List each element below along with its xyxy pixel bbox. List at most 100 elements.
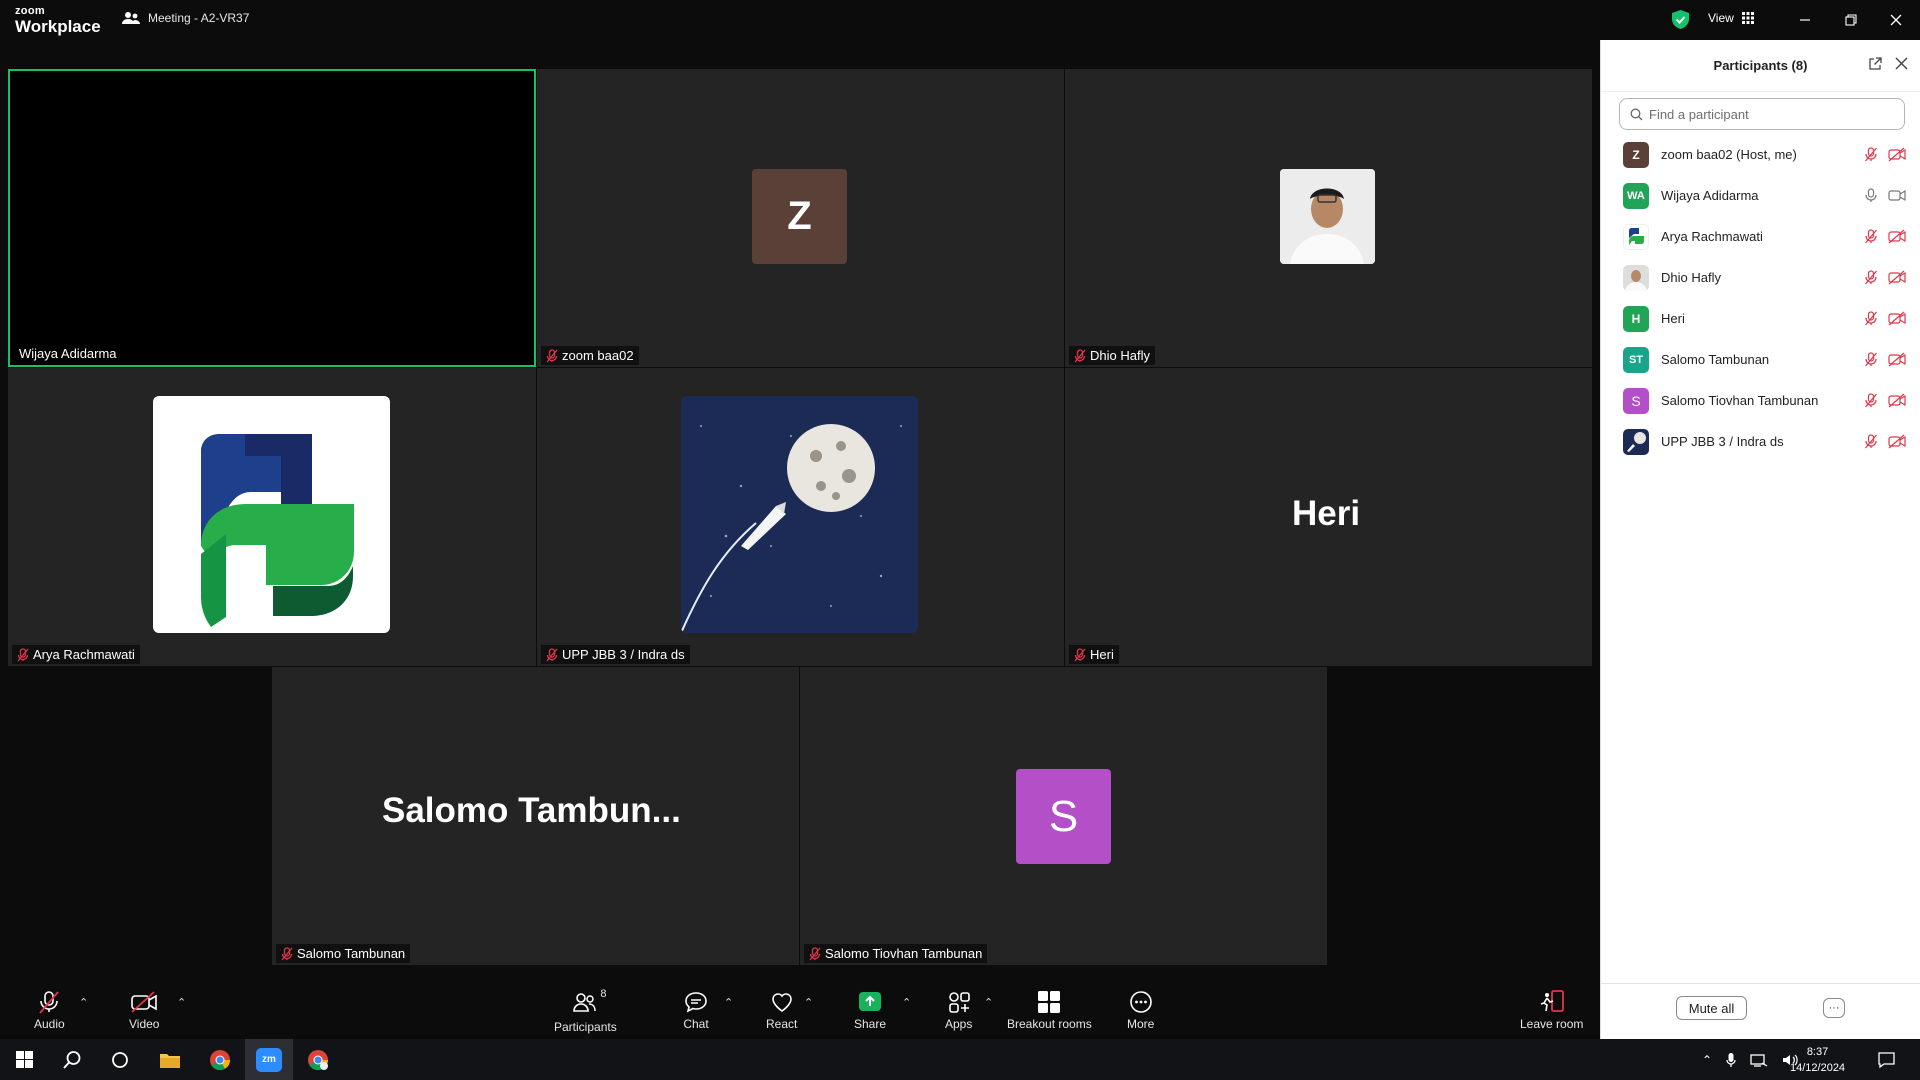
- mic-muted-icon[interactable]: [1864, 270, 1878, 285]
- tile-name: Arya Rachmawati: [33, 647, 135, 662]
- participant-list: Z zoom baa02 (Host, me) WA Wijaya Adidar…: [1601, 134, 1920, 462]
- chrome-profile-taskbar-icon[interactable]: [294, 1039, 342, 1080]
- share-button[interactable]: Share: [854, 990, 886, 1031]
- video-off-icon[interactable]: [1888, 147, 1906, 162]
- video-off-icon[interactable]: [1888, 393, 1906, 408]
- video-off-icon[interactable]: [1888, 434, 1906, 449]
- participant-row[interactable]: Dhio Hafly: [1601, 257, 1920, 298]
- people-icon: [122, 12, 140, 24]
- participant-row[interactable]: Z zoom baa02 (Host, me): [1601, 134, 1920, 175]
- video-icon[interactable]: [1888, 188, 1906, 203]
- video-tile-wijaya[interactable]: Wijaya Adidarma: [8, 69, 536, 367]
- video-tile-arya[interactable]: Arya Rachmawati: [8, 368, 536, 666]
- mic-muted-icon[interactable]: [1864, 147, 1878, 162]
- breakout-rooms-icon: [1038, 991, 1061, 1013]
- network-icon[interactable]: [1750, 1053, 1768, 1067]
- chat-options-caret-icon[interactable]: ⌃: [724, 996, 733, 1009]
- close-panel-icon[interactable]: [1895, 57, 1908, 70]
- share-options-caret-icon[interactable]: ⌃: [902, 996, 911, 1009]
- participant-row[interactable]: WA Wijaya Adidarma: [1601, 175, 1920, 216]
- apps-options-caret-icon[interactable]: ⌃: [984, 996, 993, 1009]
- search-taskbar-button[interactable]: [48, 1039, 96, 1080]
- taskbar-clock[interactable]: 8:37 14/12/2024: [1790, 1044, 1845, 1076]
- video-tile-dhio[interactable]: Dhio Hafly: [1065, 69, 1592, 367]
- profile-photo: [1280, 169, 1375, 264]
- apps-button[interactable]: Apps: [945, 990, 972, 1031]
- video-off-icon[interactable]: [1888, 270, 1906, 285]
- participant-name-tag: Salomo Tiovhan Tambunan: [804, 944, 988, 963]
- display-name-large: Salomo Tambun...: [382, 791, 681, 830]
- mic-muted-icon[interactable]: [1864, 311, 1878, 326]
- title-bar: zoom Workplace Meeting - A2-VR37 View: [0, 0, 1920, 40]
- video-tile-upp-jbb3[interactable]: UPP JBB 3 / Indra ds: [537, 368, 1064, 666]
- video-tile-salomo-tiovhan[interactable]: S Salomo Tiovhan Tambunan: [800, 667, 1327, 965]
- participant-row[interactable]: UPP JBB 3 / Indra ds: [1601, 421, 1920, 462]
- apps-icon: [948, 992, 970, 1013]
- minimize-button[interactable]: [1793, 8, 1817, 32]
- participants-icon: [573, 993, 597, 1012]
- participant-avatar: [1623, 428, 1649, 455]
- react-label: React: [766, 1017, 798, 1031]
- notifications-button[interactable]: [1862, 1039, 1910, 1080]
- mic-muted-icon[interactable]: [1864, 229, 1878, 244]
- participant-name-tag: zoom baa02: [541, 346, 639, 365]
- video-tile-heri[interactable]: Heri Heri: [1065, 368, 1592, 666]
- panel-header: Participants (8): [1601, 40, 1920, 92]
- chat-button[interactable]: Chat: [683, 990, 709, 1031]
- more-icon: [1129, 991, 1152, 1013]
- view-button[interactable]: View: [1708, 11, 1754, 25]
- participant-name-tag: UPP JBB 3 / Indra ds: [541, 645, 690, 664]
- avatar: S: [1016, 769, 1111, 864]
- participant-name: Heri: [1661, 311, 1685, 326]
- video-button[interactable]: Video: [129, 990, 159, 1031]
- react-options-caret-icon[interactable]: ⌃: [804, 996, 813, 1009]
- participant-name: Salomo Tiovhan Tambunan: [1661, 393, 1819, 408]
- participant-search-input[interactable]: Find a participant: [1619, 98, 1905, 130]
- tile-name: zoom baa02: [562, 348, 634, 363]
- participant-avatar: [1623, 223, 1649, 250]
- mic-muted-icon[interactable]: [1864, 352, 1878, 367]
- react-button[interactable]: React: [766, 990, 797, 1031]
- participant-row[interactable]: S Salomo Tiovhan Tambunan: [1601, 380, 1920, 421]
- participant-avatar: S: [1623, 387, 1649, 414]
- show-hidden-icons-chevron-icon[interactable]: ⌃: [1702, 1053, 1712, 1067]
- audio-button[interactable]: Audio: [34, 990, 65, 1031]
- meeting-info[interactable]: Meeting - A2-VR37: [122, 11, 249, 25]
- close-icon: [1890, 14, 1902, 26]
- video-options-caret-icon[interactable]: ⌃: [177, 996, 186, 1009]
- close-window-button[interactable]: [1884, 8, 1908, 32]
- restore-button[interactable]: [1839, 8, 1863, 32]
- start-button[interactable]: [0, 1039, 48, 1080]
- security-shield-icon[interactable]: [1672, 10, 1689, 34]
- participant-row[interactable]: H Heri: [1601, 298, 1920, 339]
- video-off-icon[interactable]: [1888, 311, 1906, 326]
- video-tile-zoom-baa02[interactable]: Z zoom baa02: [537, 69, 1064, 367]
- participants-button[interactable]: 8 Participants: [554, 988, 617, 1034]
- mic-muted-icon[interactable]: [1864, 393, 1878, 408]
- search-icon: [1630, 108, 1643, 120]
- chrome-taskbar-icon[interactable]: [196, 1039, 244, 1080]
- participant-avatar: ST: [1623, 346, 1649, 373]
- video-off-icon[interactable]: [1888, 352, 1906, 367]
- audio-options-caret-icon[interactable]: ⌃: [79, 996, 88, 1009]
- mic-icon[interactable]: [1864, 188, 1878, 203]
- video-off-icon[interactable]: [1888, 229, 1906, 244]
- participant-row[interactable]: Arya Rachmawati: [1601, 216, 1920, 257]
- mic-muted-icon[interactable]: [1864, 434, 1878, 449]
- video-tile-salomo-tambunan[interactable]: Salomo Tambun... Salomo Tambunan: [272, 667, 799, 965]
- participant-row[interactable]: ST Salomo Tambunan: [1601, 339, 1920, 380]
- task-view-button[interactable]: [96, 1039, 144, 1080]
- participant-name-tag: Salomo Tambunan: [276, 944, 411, 963]
- file-explorer-taskbar-icon[interactable]: [146, 1039, 194, 1080]
- breakout-rooms-button[interactable]: Breakout rooms: [1007, 990, 1092, 1031]
- tile-name: UPP JBB 3 / Indra ds: [562, 647, 685, 662]
- zoom-taskbar-icon[interactable]: zm: [245, 1039, 293, 1080]
- microphone-tray-icon[interactable]: [1726, 1052, 1736, 1068]
- pop-out-icon[interactable]: [1868, 57, 1882, 71]
- view-label: View: [1708, 11, 1734, 25]
- share-label: Share: [854, 1017, 887, 1031]
- panel-more-button[interactable]: ···: [1823, 998, 1845, 1018]
- leave-room-button[interactable]: Leave room: [1520, 990, 1583, 1031]
- mute-all-button[interactable]: Mute all: [1676, 996, 1747, 1020]
- more-button[interactable]: More: [1127, 990, 1154, 1031]
